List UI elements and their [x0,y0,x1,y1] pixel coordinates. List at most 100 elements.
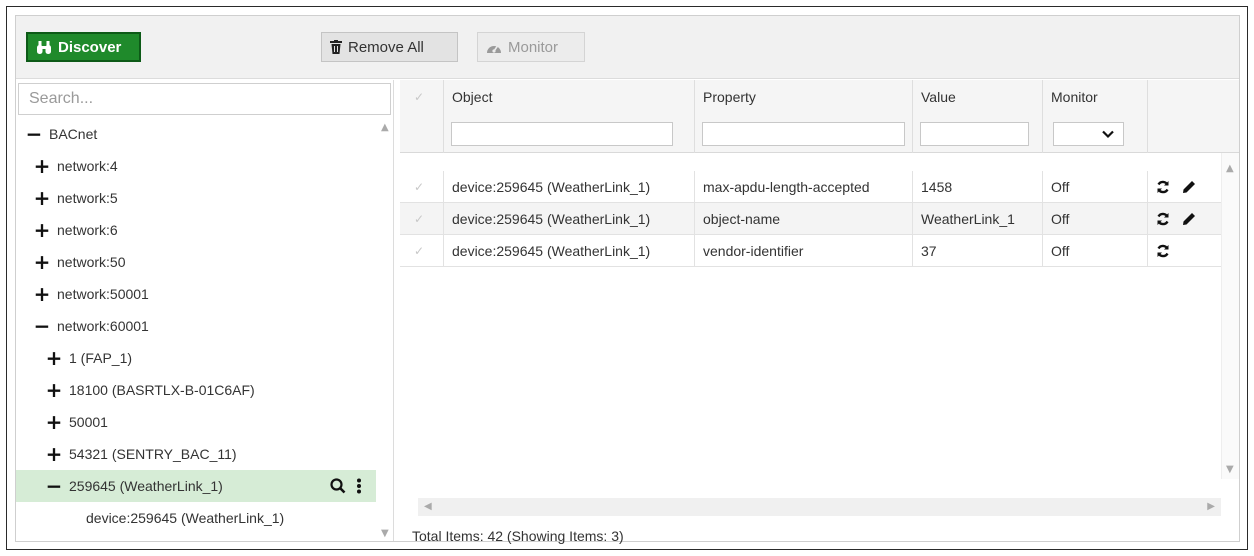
value-filter-input[interactable] [920,122,1029,146]
cell-actions [1147,203,1214,235]
tree-item-label: device:259645 (WeatherLink_1) [86,510,285,526]
trash-icon [330,40,342,54]
column-header-property[interactable]: Property [703,89,756,105]
grid-header: ✓ Object Property Value Monitor [400,80,1239,153]
collapse-icon[interactable]: − [44,476,64,496]
remove-all-label: Remove All [348,38,424,56]
object-filter-input[interactable] [451,122,673,146]
column-header-value[interactable]: Value [921,89,956,105]
refresh-icon[interactable] [1156,180,1170,194]
cell-object: device:259645 (WeatherLink_1) [443,203,694,235]
tree-item-network-4[interactable]: + network:4 [16,150,376,182]
row-tools [330,470,362,502]
scroll-up-icon[interactable]: ▲ [1226,163,1234,174]
cell-property: vendor-identifier [694,235,912,267]
column-header-monitor[interactable]: Monitor [1051,89,1098,105]
column-header-object[interactable]: Object [452,89,492,105]
tree-item-bacnet[interactable]: − BACnet [16,118,376,150]
tree-item-network-60001[interactable]: − network:60001 [16,310,376,342]
expand-icon[interactable]: + [44,444,64,464]
tree-item-label: network:6 [57,222,118,238]
refresh-icon[interactable] [1156,244,1170,258]
cell-property: max-apdu-length-accepted [694,171,912,203]
tree-item-device-259645[interactable]: − 259645 (WeatherLink_1) [16,470,376,502]
table-row[interactable]: ✓ device:259645 (WeatherLink_1) object-n… [400,203,1221,235]
select-all-checkbox[interactable]: ✓ [414,90,424,104]
scroll-down-icon[interactable]: ▼ [1226,464,1234,475]
property-grid: ✓ Object Property Value Monitor ✓ device… [400,80,1239,544]
cell-object: device:259645 (WeatherLink_1) [443,171,694,203]
remove-all-button[interactable]: Remove All [321,32,458,62]
search-input[interactable] [18,83,391,115]
toolbar: Discover Remove All Monitor [16,16,1239,79]
discover-button[interactable]: Discover [26,32,141,62]
monitor-button[interactable]: Monitor [477,32,585,62]
tree-item-label: 259645 (WeatherLink_1) [69,478,223,494]
tree-item-network-6[interactable]: + network:6 [16,214,376,246]
tree-item-label: 50001 [69,414,108,430]
cell-monitor: Off [1042,171,1147,203]
scroll-up-icon[interactable]: ▲ [381,122,389,133]
collapse-icon[interactable]: − [32,316,52,336]
chevron-down-icon [1102,130,1114,139]
cell-monitor: Off [1042,203,1147,235]
expand-icon[interactable]: + [32,220,52,240]
expand-icon[interactable]: + [44,412,64,432]
collapse-icon[interactable]: − [24,124,44,144]
scroll-down-icon[interactable]: ▼ [381,528,389,539]
discover-label: Discover [58,38,122,56]
property-filter-input[interactable] [702,122,905,146]
tree-item-device-54321[interactable]: + 54321 (SENTRY_BAC_11) [16,438,376,470]
expand-icon[interactable]: + [32,284,52,304]
horizontal-scrollbar[interactable]: ◀ ▶ [418,498,1221,516]
scroll-right-icon[interactable]: ▶ [1207,501,1215,512]
expand-icon[interactable]: + [32,252,52,272]
tree-item-object-device[interactable]: device:259645 (WeatherLink_1) [16,502,376,534]
row-checkbox[interactable]: ✓ [414,212,424,226]
cell-object: device:259645 (WeatherLink_1) [443,235,694,267]
refresh-icon[interactable] [1156,212,1170,226]
tree-item-label: 18100 (BASRTLX-B-01C6AF) [69,382,255,398]
column-property: Property [694,80,912,153]
cell-value: 37 [912,235,1042,267]
row-checkbox[interactable]: ✓ [414,180,424,194]
expand-icon[interactable]: + [32,156,52,176]
expand-icon[interactable]: + [44,380,64,400]
row-checkbox[interactable]: ✓ [414,244,424,258]
tree-item-network-50001[interactable]: + network:50001 [16,278,376,310]
scroll-left-icon[interactable]: ◀ [424,501,432,512]
vertical-scrollbar[interactable]: ▲ ▼ [1221,153,1239,479]
expand-icon[interactable]: + [32,188,52,208]
monitor-label: Monitor [508,38,559,56]
cell-monitor: Off [1042,235,1147,267]
tree-item-label: network:4 [57,158,118,174]
tree-item-label: network:50001 [57,286,149,302]
cell-value: 1458 [912,171,1042,203]
binoculars-icon [37,40,51,54]
tree-item-network-5[interactable]: + network:5 [16,182,376,214]
column-value: Value [912,80,1042,153]
tree-item-label: network:5 [57,190,118,206]
monitor-filter-select[interactable] [1053,122,1124,146]
tree-item-label: 1 (FAP_1) [69,350,133,366]
pencil-icon[interactable] [1182,180,1196,194]
tree-item-label: network:60001 [57,318,149,334]
tree-item-device-50001[interactable]: + 50001 [16,406,376,438]
search-icon[interactable] [330,478,346,494]
pencil-icon[interactable] [1182,212,1196,226]
table-row[interactable]: ✓ device:259645 (WeatherLink_1) vendor-i… [400,235,1221,267]
more-vertical-icon[interactable] [356,478,362,494]
dashboard-icon [487,45,501,53]
cell-value: WeatherLink_1 [912,203,1042,235]
expand-icon[interactable]: + [44,348,64,368]
tree-item-network-50[interactable]: + network:50 [16,246,376,278]
column-actions [1147,80,1214,153]
tree-item-label: network:50 [57,254,126,270]
table-row[interactable]: ✓ device:259645 (WeatherLink_1) max-apdu… [400,171,1221,203]
grid-footer-status: Total Items: 42 (Showing Items: 3) [412,528,624,544]
cell-property: object-name [694,203,912,235]
tree-item-label: 54321 (SENTRY_BAC_11) [69,446,237,462]
tree-item-device-18100[interactable]: + 18100 (BASRTLX-B-01C6AF) [16,374,376,406]
tree-panel: − BACnet + network:4 + network:5 + netwo… [16,80,394,541]
tree-item-device-1[interactable]: + 1 (FAP_1) [16,342,376,374]
